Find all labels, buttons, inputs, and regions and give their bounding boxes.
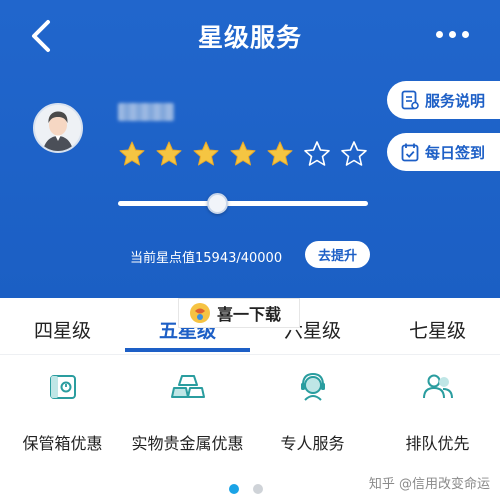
page-dot[interactable] xyxy=(253,484,263,494)
watermark-text: 喜一下载 xyxy=(217,305,282,324)
watermark-logo-icon xyxy=(190,303,210,323)
username-blurred xyxy=(118,103,174,121)
benefit-safe-box[interactable]: 保管箱优惠 xyxy=(0,370,125,454)
more-icon xyxy=(436,30,443,38)
benefit-label: 专人服务 xyxy=(280,434,345,453)
divider xyxy=(0,354,500,355)
benefit-label: 排队优先 xyxy=(405,434,470,453)
calendar-check-icon xyxy=(401,143,419,162)
benefit-label: 保管箱优惠 xyxy=(22,434,103,453)
star-filled-icon xyxy=(156,141,182,166)
gold-bars-icon xyxy=(170,375,205,398)
benefit-queue-priority[interactable]: 排队优先 xyxy=(375,370,500,454)
daily-signin-button[interactable]: 每日签到 xyxy=(387,133,500,171)
benefit-personal-service[interactable]: 专人服务 xyxy=(250,370,375,454)
avatar[interactable] xyxy=(33,103,83,153)
star-progress-thumb xyxy=(207,193,229,214)
tab-four-star[interactable]: 四星级 xyxy=(0,316,125,343)
active-tab-indicator xyxy=(125,348,250,352)
page-title: 星级服务 xyxy=(197,23,302,52)
header-banner: 星级服务 服务说明 每日签到 当前星点值15943/40000 去提升 xyxy=(0,0,500,298)
star-points-text: 当前星点值15943/40000 xyxy=(130,251,283,266)
star-filled-icon xyxy=(267,141,293,166)
queue-priority-icon xyxy=(422,374,453,399)
watermark-overlay: 喜一下载 xyxy=(178,298,300,328)
service-description-label: 服务说明 xyxy=(425,91,486,110)
user-avatar-icon xyxy=(35,105,81,151)
service-description-button[interactable]: 服务说明 xyxy=(387,81,500,119)
more-button[interactable] xyxy=(436,28,470,40)
source-credit: 知乎 @信用改变命运 xyxy=(368,477,490,492)
tab-seven-star[interactable]: 七星级 xyxy=(375,316,500,343)
upgrade-button[interactable]: 去提升 xyxy=(305,241,370,268)
star-empty-icon xyxy=(341,141,367,166)
star-filled-icon xyxy=(119,141,145,166)
star-progress-track xyxy=(118,201,368,206)
star-filled-icon xyxy=(230,141,256,166)
star-filled-icon xyxy=(193,141,219,166)
benefits-grid: 保管箱优惠 实物贵金属优惠 专人服务 排队优先 xyxy=(0,370,500,460)
star-empty-icon xyxy=(304,141,330,166)
document-icon xyxy=(401,90,419,110)
benefit-label: 实物贵金属优惠 xyxy=(131,434,244,453)
safe-box-icon xyxy=(49,375,76,399)
page-dot-active[interactable] xyxy=(229,484,239,494)
daily-signin-label: 每日签到 xyxy=(425,143,486,162)
benefit-precious-metal[interactable]: 实物贵金属优惠 xyxy=(125,370,250,454)
customer-service-icon xyxy=(300,372,325,401)
page-indicator xyxy=(229,484,263,494)
star-rating xyxy=(118,140,368,168)
